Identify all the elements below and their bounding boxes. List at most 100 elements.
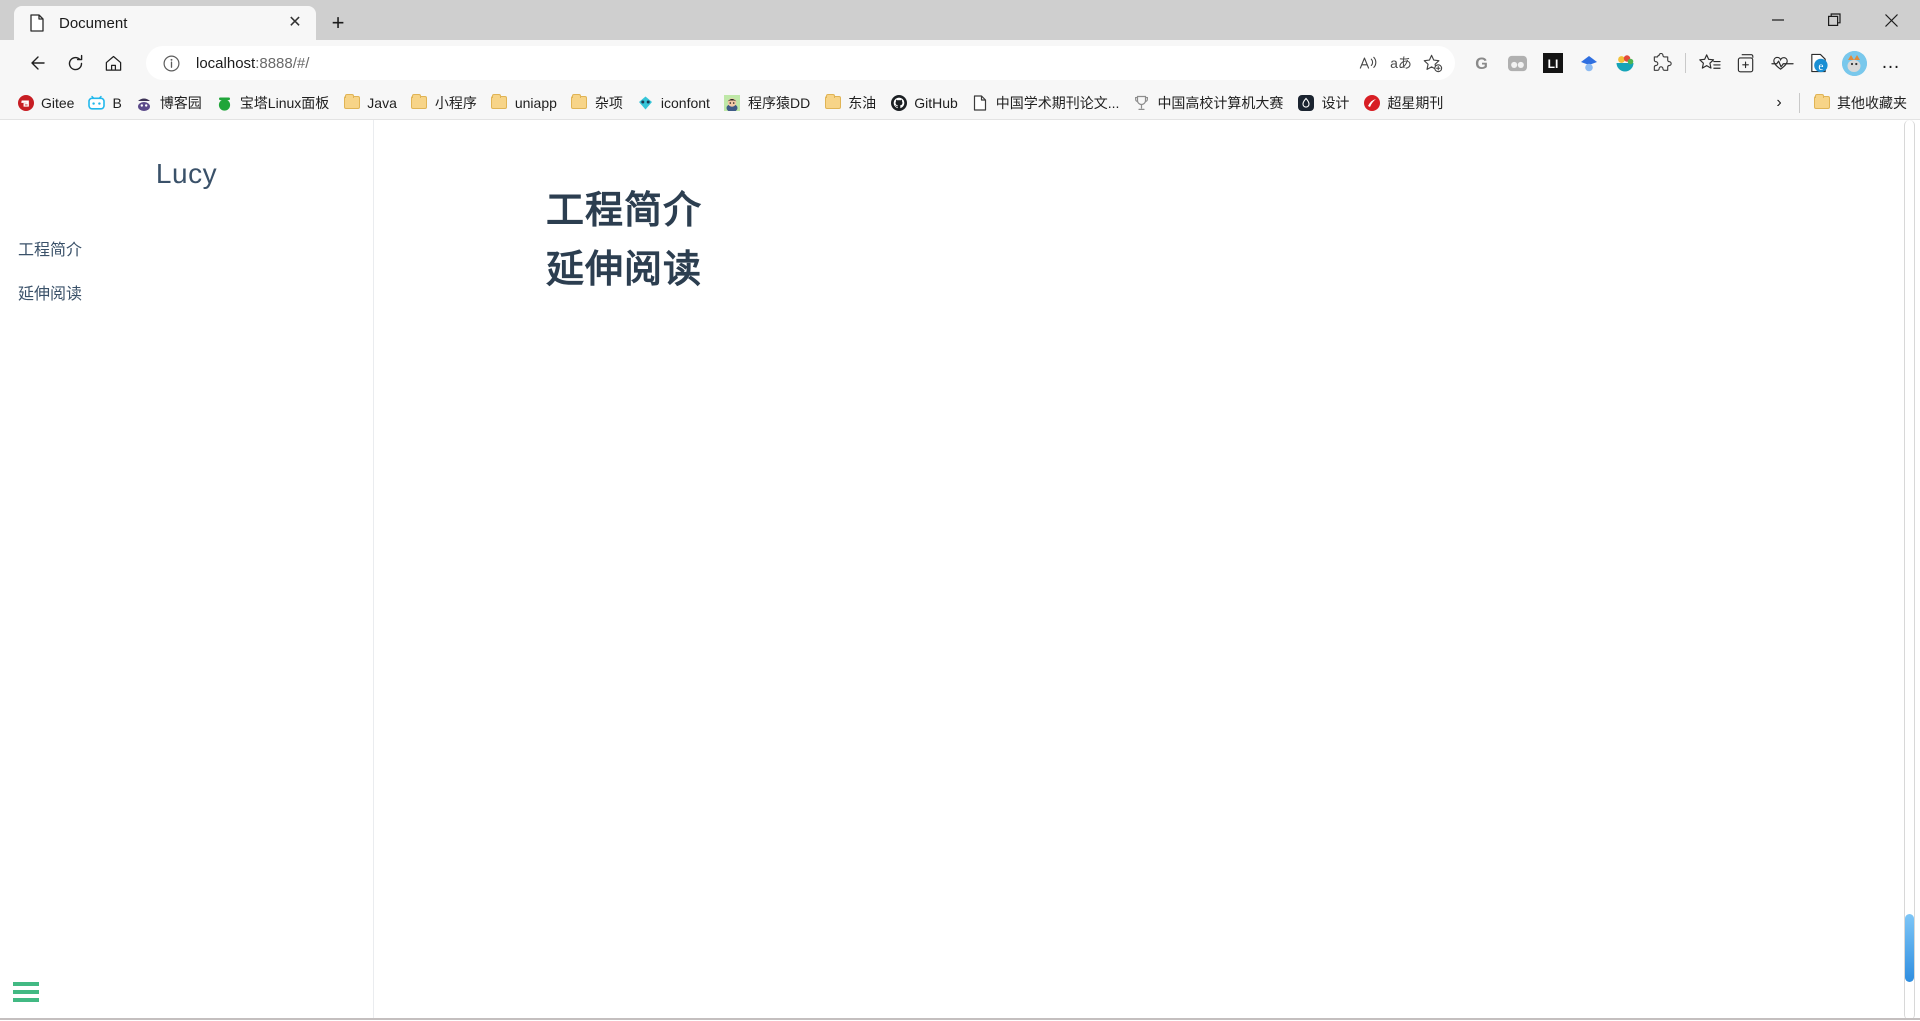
puzzle-extensions-icon[interactable] xyxy=(1643,46,1679,80)
web-page-viewport: Lucy 工程简介 延伸阅读 工程简介 延伸阅读 xyxy=(0,120,1920,1020)
other-favorites-label: 其他收藏夹 xyxy=(1837,94,1907,111)
sidebar-nav-list: 工程简介 延伸阅读 xyxy=(0,226,373,314)
cnblogs-icon xyxy=(136,94,153,111)
sidebar-item-project-intro[interactable]: 工程简介 xyxy=(0,226,373,270)
bookmark-label: B xyxy=(112,94,122,111)
sidebar-item-further-reading[interactable]: 延伸阅读 xyxy=(0,270,373,314)
didispace-icon xyxy=(724,94,741,111)
bookmark-label: 超星期刊 xyxy=(1387,94,1444,111)
github-icon xyxy=(890,94,907,111)
favorites-overflow-chevron-icon[interactable]: › xyxy=(1765,90,1793,116)
grammarly-extension-icon[interactable]: G xyxy=(1463,46,1499,80)
favorites-divider xyxy=(1799,92,1800,113)
bilibili-icon xyxy=(88,94,106,111)
browser-toolbar: localhost:8888/#/ aあ G LI e … xyxy=(0,40,1920,86)
favorites-icon[interactable] xyxy=(1692,46,1728,80)
page-heading: 工程简介 xyxy=(546,190,703,232)
add-favorite-icon[interactable] xyxy=(1417,48,1449,78)
bookmark-item[interactable]: B xyxy=(81,90,128,116)
site-name: Lucy xyxy=(155,158,218,189)
fruit-extension-icon[interactable] xyxy=(1607,46,1643,80)
bookmark-label: uniapp xyxy=(514,94,557,111)
bt-panel-icon xyxy=(216,94,233,111)
bookmark-label: 设计 xyxy=(1321,94,1350,111)
bookmark-item[interactable]: uniapp xyxy=(484,90,564,116)
lanhu-extension-icon[interactable]: LI xyxy=(1535,46,1571,80)
bookmark-label: 中国学术期刊论文... xyxy=(995,94,1120,111)
extensions-strip: G LI e … xyxy=(1463,46,1910,80)
avatar xyxy=(1841,50,1867,76)
bookmark-item[interactable]: Gitee xyxy=(10,90,81,116)
bookmark-label: 杂项 xyxy=(594,94,623,111)
bookmark-item[interactable]: 设计 xyxy=(1290,90,1356,116)
bookmark-item[interactable]: 杂项 xyxy=(564,90,630,116)
bookmark-label: Gitee xyxy=(41,94,75,111)
address-bar-url: localhost:8888/#/ xyxy=(196,55,1353,72)
bookmark-label: 博客园 xyxy=(159,94,202,111)
diamond-extension-icon[interactable] xyxy=(1571,46,1607,80)
bookmark-item[interactable]: 宝塔Linux面板 xyxy=(209,90,336,116)
tab-title: Document xyxy=(59,14,128,32)
new-tab-button[interactable]: + xyxy=(321,6,355,40)
bookmark-item[interactable]: Java xyxy=(336,90,404,116)
translate-icon[interactable]: aあ xyxy=(1385,48,1417,78)
bookmark-item[interactable]: 博客园 xyxy=(129,90,209,116)
bookmark-item[interactable]: 超星期刊 xyxy=(1356,90,1450,116)
scrollbar-track[interactable] xyxy=(1904,120,1915,1020)
bookmark-item[interactable]: 东油 xyxy=(817,90,883,116)
address-path: :8888/#/ xyxy=(255,54,310,72)
bookmark-item[interactable]: iconfont xyxy=(630,90,717,116)
close-icon[interactable]: ✕ xyxy=(282,10,308,36)
bookmark-label: 东油 xyxy=(848,94,877,111)
browser-title-bar: Document ✕ + xyxy=(0,0,1920,40)
folder-icon xyxy=(343,94,360,111)
iconfont-icon xyxy=(637,94,654,111)
address-bar-actions: aあ xyxy=(1353,48,1449,78)
bookmark-item[interactable]: GitHub xyxy=(883,90,965,116)
bookmark-item[interactable]: 中国学术期刊论文... xyxy=(965,90,1127,116)
collections-icon[interactable] xyxy=(1728,46,1764,80)
vertical-scrollbar[interactable] xyxy=(1902,120,1918,1020)
settings-and-more-button[interactable]: … xyxy=(1872,46,1910,80)
window-bottom-border xyxy=(0,1018,1920,1020)
split-screen-extension-icon[interactable] xyxy=(1499,46,1535,80)
bookmark-item[interactable]: 小程序 xyxy=(404,90,484,116)
trophy-icon xyxy=(1133,94,1150,111)
site-info-icon[interactable] xyxy=(160,52,182,74)
address-host: localhost xyxy=(196,54,256,72)
bookmark-item[interactable]: 程序猿DD xyxy=(717,90,817,116)
browser-tab[interactable]: Document ✕ xyxy=(14,6,316,40)
back-button[interactable] xyxy=(18,46,56,80)
refresh-button[interactable] xyxy=(56,46,94,80)
hamburger-menu-icon[interactable] xyxy=(13,982,39,1002)
browser-essentials-icon[interactable] xyxy=(1764,46,1800,80)
docs-sidebar: Lucy 工程简介 延伸阅读 xyxy=(0,120,374,1020)
read-aloud-icon[interactable] xyxy=(1353,48,1385,78)
bookmark-label: iconfont xyxy=(660,94,710,111)
close-icon[interactable] xyxy=(1863,0,1920,40)
docs-content: 工程简介 延伸阅读 xyxy=(374,120,1920,1020)
page-icon xyxy=(28,14,46,32)
maximize-icon[interactable] xyxy=(1806,0,1863,40)
chaoxing-icon xyxy=(1363,94,1380,111)
bookmark-label: 小程序 xyxy=(434,94,477,111)
home-button[interactable] xyxy=(94,46,132,80)
bookmark-item[interactable]: 中国高校计算机大赛 xyxy=(1126,90,1290,116)
scrollbar-thumb[interactable] xyxy=(1905,914,1914,982)
page-heading: 延伸阅读 xyxy=(546,248,703,291)
folder-icon xyxy=(571,94,588,111)
minimize-icon[interactable] xyxy=(1749,0,1806,40)
favorites-bar: Gitee B 博客园 宝塔Linux面板 Java 小程序 uniapp 杂项… xyxy=(0,86,1920,120)
address-bar[interactable]: localhost:8888/#/ aあ xyxy=(146,46,1455,80)
ie-mode-icon[interactable]: e xyxy=(1800,46,1836,80)
toolbar-divider xyxy=(1685,53,1686,73)
folder-icon xyxy=(1813,94,1830,111)
window-controls xyxy=(1749,0,1920,40)
bookmark-label: 中国高校计算机大赛 xyxy=(1157,94,1284,111)
folder-icon xyxy=(491,94,508,111)
folder-icon xyxy=(411,94,428,111)
svg-text:e: e xyxy=(1818,60,1823,72)
other-favorites-button[interactable]: 其他收藏夹 xyxy=(1806,90,1914,116)
bookmark-label: GitHub xyxy=(914,94,958,111)
profile-avatar[interactable] xyxy=(1836,46,1872,80)
